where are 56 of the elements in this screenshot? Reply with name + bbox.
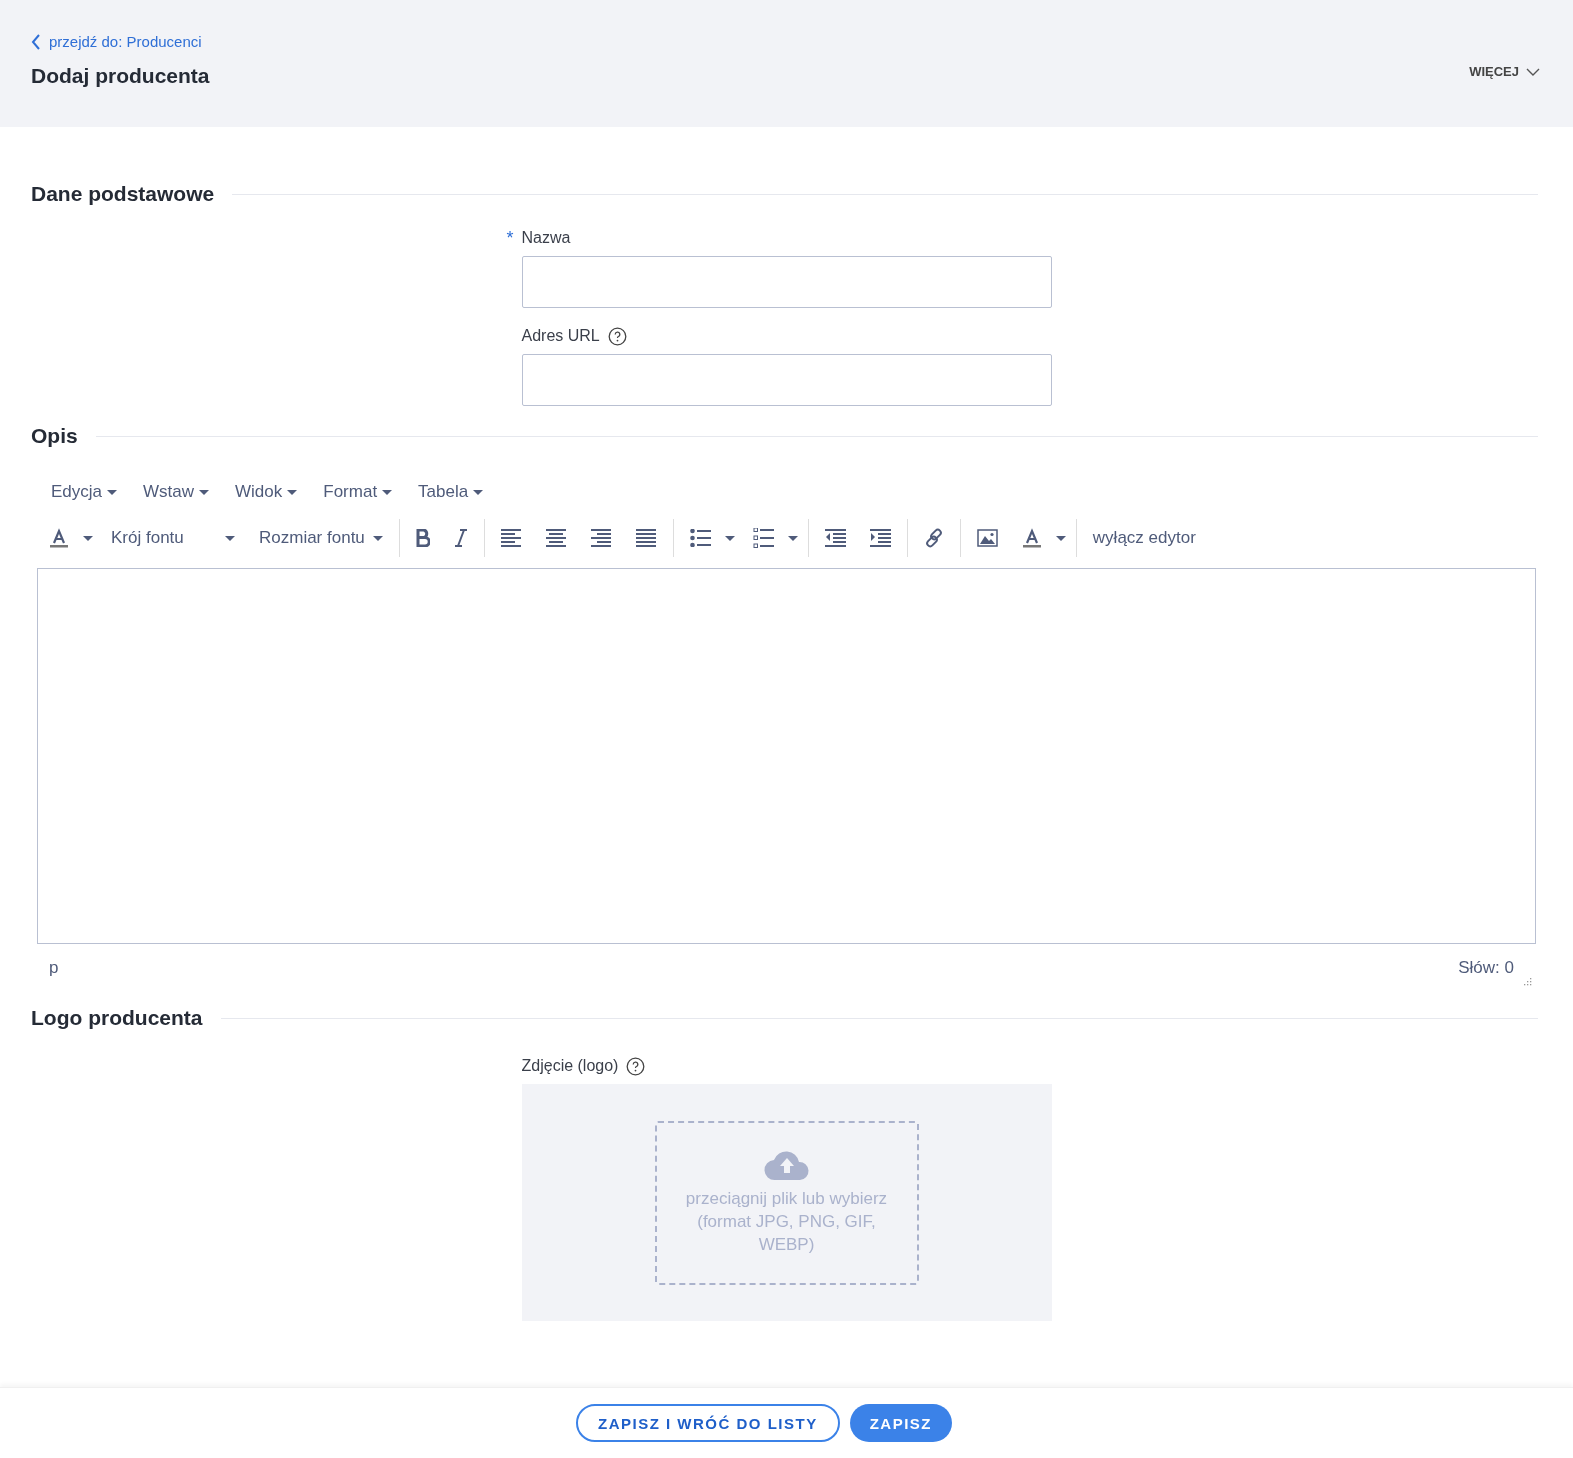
back-link[interactable]: przejdź do: Producenci — [31, 33, 202, 50]
section-title: Opis — [31, 424, 78, 448]
align-left-icon — [500, 529, 522, 547]
save-and-return-button[interactable]: ZAPISZ I WRÓĆ DO LISTY — [576, 1404, 840, 1442]
save-button[interactable]: ZAPISZ — [849, 1404, 952, 1442]
link-icon — [923, 528, 944, 548]
image-icon — [976, 529, 998, 547]
menu-item[interactable]: Widok — [229, 478, 304, 506]
font-select[interactable]: Rozmiar fontu — [251, 524, 391, 552]
align-right-icon — [590, 529, 612, 547]
dropzone-hint: przeciągnij plik lub wybierz (format JPG, PNG, GIF, WEBP) — [684, 1188, 889, 1256]
italic-icon — [453, 529, 468, 547]
text-input[interactable] — [521, 256, 1052, 308]
caret-icon — [225, 535, 235, 541]
text-color-icon — [1021, 528, 1042, 548]
align-center-icon — [545, 529, 567, 547]
required-mark: * — [506, 227, 514, 249]
field-label: Zdjęcie (logo) — [521, 1057, 619, 1075]
help-icon[interactable] — [626, 1056, 646, 1076]
more-button[interactable]: WIĘCEJ — [1469, 64, 1540, 79]
field-label: Nazwa — [521, 229, 571, 247]
caret-icon[interactable] — [1055, 535, 1066, 541]
caret-icon — [473, 489, 484, 495]
chevron-down-icon — [1526, 67, 1540, 76]
caret-icon[interactable] — [787, 535, 798, 541]
caret-icon — [372, 535, 383, 541]
caret-icon — [287, 489, 298, 495]
menu-item[interactable]: Edycja — [45, 478, 124, 506]
indent-icon — [869, 529, 891, 547]
menu-item[interactable]: Tabela — [412, 478, 490, 506]
help-icon[interactable] — [607, 326, 627, 346]
resize-handle-icon[interactable] — [1522, 976, 1532, 986]
element-path: p — [49, 958, 59, 978]
menu-item[interactable]: Format — [317, 478, 399, 506]
word-count: Słów: 0 — [1458, 958, 1514, 978]
section-title: Dane podstawowe — [31, 182, 215, 206]
toggle-editor-button[interactable]: wyłącz edytor — [1084, 524, 1204, 552]
page-title: Dodaj producenta — [31, 63, 210, 88]
section-title: Logo producenta — [31, 1006, 203, 1030]
chevron-left-icon — [31, 33, 41, 50]
outdent-icon — [824, 529, 846, 547]
caret-icon — [199, 489, 210, 495]
field-label: Adres URL — [521, 327, 600, 345]
justify-icon — [635, 529, 657, 547]
bold-icon — [415, 529, 430, 547]
font-select[interactable]: Krój fontu — [103, 524, 243, 552]
menu-item[interactable]: Wstaw — [137, 478, 216, 506]
cloud-upload-icon — [762, 1149, 811, 1181]
caret-icon[interactable] — [724, 535, 735, 541]
bullet-list-icon — [689, 529, 711, 547]
text-color-icon — [49, 528, 69, 548]
caret-icon — [382, 489, 393, 495]
text-input[interactable] — [521, 354, 1052, 406]
numbered-list-icon — [752, 528, 774, 548]
caret-icon[interactable] — [83, 535, 93, 541]
caret-icon — [107, 489, 118, 495]
